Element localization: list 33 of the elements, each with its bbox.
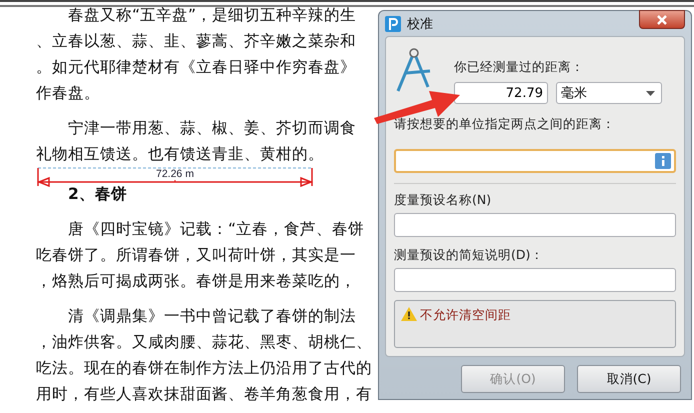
- close-button[interactable]: [639, 10, 685, 29]
- preset-name-label: 度量预设名称(N): [394, 192, 492, 209]
- paragraph-line: 宁津一带用葱、蒜、椒、姜、芥切而调食: [67, 120, 356, 137]
- paragraph-line: ，油炸供客。又咸肉腰、蒜花、黑枣、胡桃仁、: [36, 334, 372, 351]
- dropdown-caret-icon: [646, 90, 655, 96]
- unit-dropdown[interactable]: 毫米: [556, 82, 662, 104]
- distance-prompt-label: 请按想要的单位指定两点之间的距离：: [394, 116, 615, 133]
- paragraph-line: 吃法。现在的春饼在制作方法上仍沿用了古代的: [36, 360, 372, 377]
- warning-icon: [401, 307, 417, 321]
- paragraph-line: 礼物相互馈送。也有馈送青韭、黄柑的。: [36, 146, 324, 163]
- measurement-label: 72.26 m: [156, 169, 194, 180]
- paragraph-line: 春盘又称“五辛盘”，是细切五种辛辣的生: [67, 7, 356, 24]
- paragraph-line: 作春盘。: [36, 85, 100, 102]
- preset-name-field[interactable]: [394, 213, 676, 237]
- close-icon: [657, 14, 667, 24]
- app-icon: [385, 16, 401, 32]
- distance-input-field[interactable]: [394, 149, 676, 173]
- section-heading: 2、春饼: [67, 186, 127, 203]
- paragraph-line: 用时，有些人喜欢抹甜面酱、卷羊角葱食用，有: [36, 386, 372, 403]
- measured-distance-field[interactable]: 72.79: [454, 82, 548, 104]
- cancel-button[interactable]: 取消(C): [577, 365, 681, 393]
- paragraph-line: 清《调鼎集》一书中曾记载了春饼的制法: [67, 308, 356, 325]
- measured-distance-label: 你已经测量过的距离：: [454, 59, 584, 76]
- info-icon[interactable]: [655, 153, 671, 169]
- preset-description-label: 测量预设的简短说明(D)：: [394, 247, 544, 264]
- preset-description-field[interactable]: [394, 268, 676, 292]
- window-title: 校准: [407, 16, 434, 32]
- warning-message: 不允许清空间距: [420, 307, 511, 324]
- paragraph-line: 唐《四时宝镜》记载：“立春，食芦、春饼: [67, 221, 364, 238]
- paragraph-line: 、立春以葱、蒜、韭、蓼蒿、芥辛嫩之菜杂和: [36, 33, 356, 50]
- paragraph-line: ，烙熟后可揭成两张。春饼是用来卷菜吃的，: [36, 273, 356, 290]
- paragraph-line: 。如元代耶律楚材有《立春日驿中作穷春盘》: [36, 59, 356, 76]
- paragraph-line: 吃春饼了。所谓春饼，又叫荷叶饼，其实是一: [36, 247, 356, 264]
